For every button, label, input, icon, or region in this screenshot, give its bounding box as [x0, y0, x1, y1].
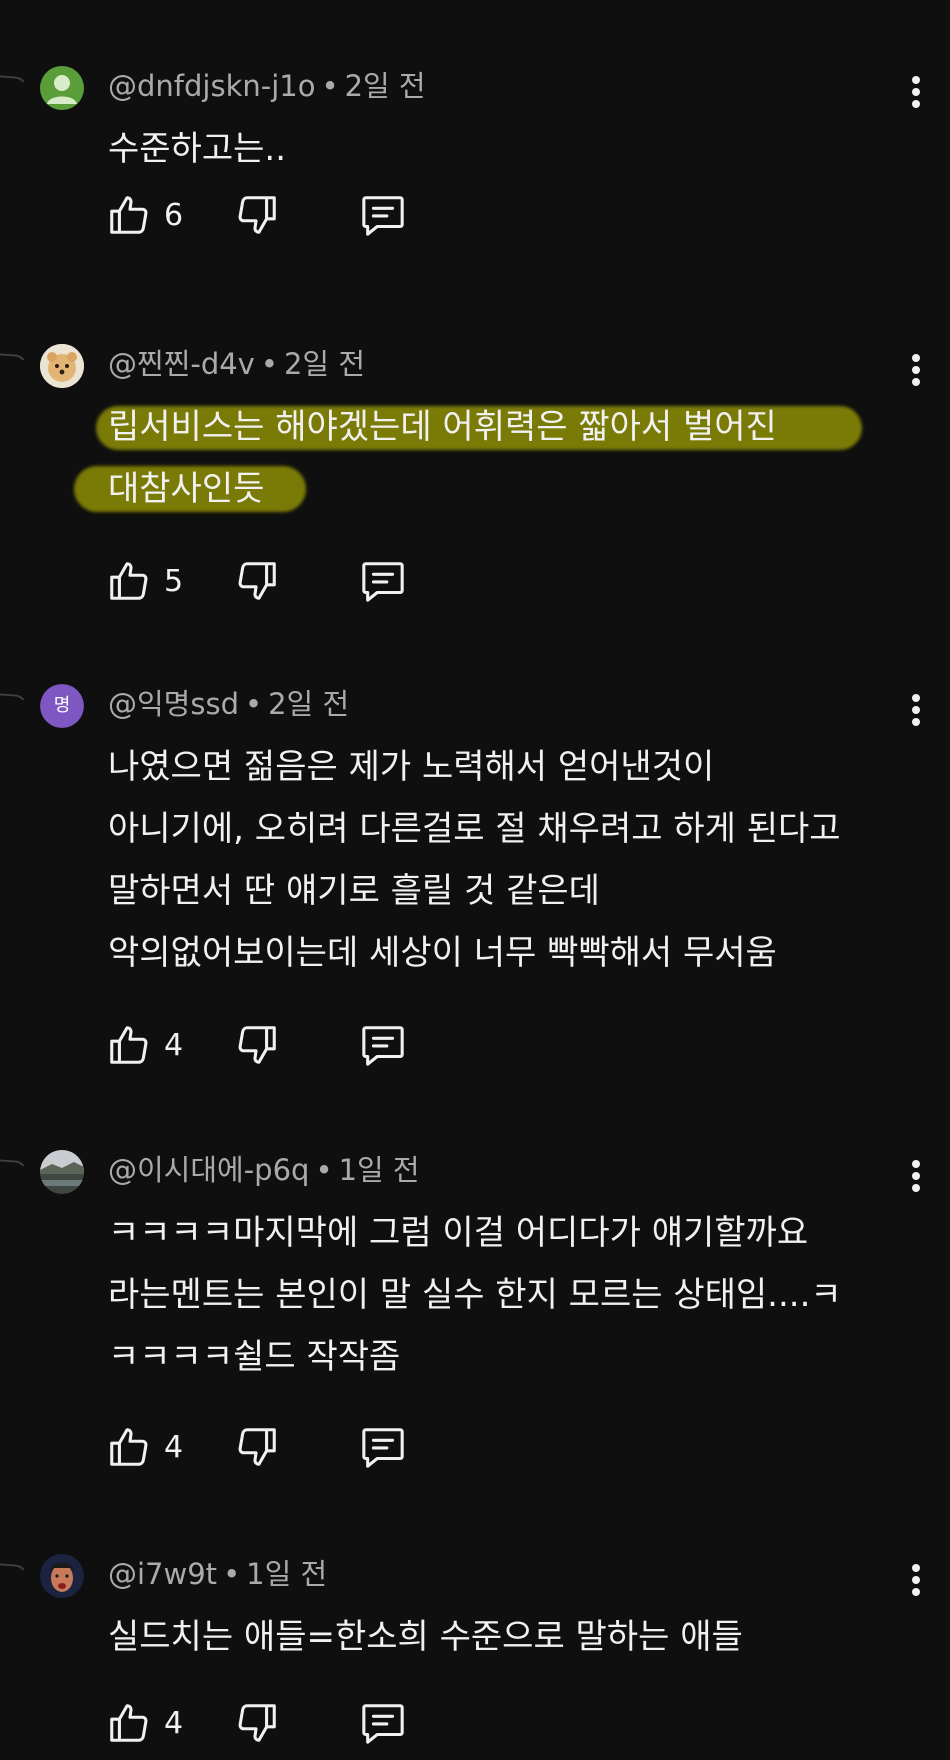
thread-connector	[0, 352, 29, 378]
reply-comment-icon	[362, 562, 404, 602]
reply-button[interactable]	[358, 192, 408, 242]
thumbs-up-icon	[110, 1026, 148, 1064]
comment-line: 수준하고는..	[108, 129, 287, 169]
like-button[interactable]: 5	[106, 558, 183, 608]
more-vertical-icon[interactable]	[906, 1160, 926, 1200]
author-name[interactable]: @찐찐-d4v	[108, 347, 255, 381]
comment-text: ㅋㅋㅋㅋ마지막에 그럼 이걸 어디다가 얘기할까요 라는멘트는 본인이 말 실수…	[108, 1202, 908, 1388]
avatar[interactable]	[40, 1150, 84, 1194]
comment-line: 나였으면 젊음은 제가 노력해서 얻어낸것이	[108, 747, 715, 787]
avatar[interactable]	[40, 1554, 84, 1598]
thumbs-down-icon	[238, 196, 276, 234]
person-icon	[47, 75, 77, 104]
comment-meta: @dnfdjskn-j1o • 2일 전	[108, 66, 426, 106]
thumbs-down-icon	[238, 1704, 276, 1742]
dog-photo	[40, 344, 84, 388]
comment-text: 실드치는 애들=한소희 수준으로 말하는 애들	[108, 1606, 908, 1668]
comment-time: 2일 전	[283, 347, 365, 381]
comment-meta: @익명ssd • 2일 전	[108, 684, 349, 724]
author-name[interactable]: @익명ssd	[108, 687, 239, 721]
comment-line: 대참사인듯	[108, 469, 265, 509]
thumbs-down-icon	[238, 1026, 276, 1064]
landscape-photo	[40, 1150, 84, 1194]
dislike-button[interactable]	[234, 1424, 280, 1474]
like-count: 4	[164, 1430, 184, 1465]
more-vertical-icon[interactable]	[906, 694, 926, 734]
comment-time: 2일 전	[268, 687, 350, 721]
comment-time: 2일 전	[344, 69, 426, 103]
avatar-letter: 명	[53, 695, 71, 716]
comment-text: 수준하고는..	[108, 118, 908, 180]
reply-button[interactable]	[358, 1700, 408, 1750]
author-name[interactable]: @이시대에-p6q	[108, 1153, 309, 1187]
more-vertical-icon[interactable]	[906, 354, 926, 394]
comment-line: 말하면서 딴 얘기로 흘릴 것 같은데	[108, 871, 600, 911]
reply-comment-icon	[362, 1026, 404, 1066]
like-count: 5	[164, 564, 184, 599]
dislike-button[interactable]	[234, 1022, 280, 1072]
comment-line: 악의없어보이는데 세상이 너무 빡빡해서 무서움	[108, 933, 777, 973]
like-button[interactable]: 4	[106, 1424, 183, 1474]
reply-comment-icon	[362, 1704, 404, 1744]
thread-connector	[0, 692, 29, 718]
meta-separator: •	[315, 1153, 333, 1187]
comment-line: ㅋㅋㅋㅋ마지막에 그럼 이걸 어디다가 얘기할까요	[108, 1213, 809, 1253]
like-count: 6	[164, 198, 184, 233]
meta-separator: •	[260, 347, 278, 381]
like-button[interactable]: 4	[106, 1700, 183, 1750]
like-count: 4	[164, 1028, 184, 1063]
comment-text: 립서비스는 해야겠는데 어휘력은 짧아서 벌어진 대참사인듯	[108, 396, 908, 520]
like-button[interactable]: 4	[106, 1022, 183, 1072]
dislike-button[interactable]	[234, 1700, 280, 1750]
comment-meta: @이시대에-p6q • 1일 전	[108, 1150, 420, 1190]
thumbs-down-icon	[238, 1428, 276, 1466]
author-name[interactable]: @i7w9t	[108, 1557, 217, 1591]
like-button[interactable]: 6	[106, 192, 183, 242]
comment-time: 1일 전	[246, 1557, 328, 1591]
comment-text: 나였으면 젊음은 제가 노력해서 얻어낸것이 아니기에, 오히려 다른걸로 절 …	[108, 736, 908, 984]
reply-button[interactable]	[358, 1424, 408, 1474]
more-vertical-icon[interactable]	[906, 1564, 926, 1604]
face-photo	[40, 1554, 84, 1598]
avatar[interactable]: 명	[40, 684, 84, 728]
comment-meta: @찐찐-d4v • 2일 전	[108, 344, 365, 384]
author-name[interactable]: @dnfdjskn-j1o	[108, 69, 315, 103]
reply-comment-icon	[362, 1428, 404, 1468]
meta-separator: •	[245, 687, 263, 721]
thumbs-up-icon	[110, 196, 148, 234]
meta-separator: •	[321, 69, 339, 103]
thumbs-down-icon	[238, 562, 276, 600]
dislike-button[interactable]	[234, 192, 280, 242]
reply-button[interactable]	[358, 558, 408, 608]
more-vertical-icon[interactable]	[906, 76, 926, 116]
avatar[interactable]	[40, 344, 84, 388]
comment-time: 1일 전	[338, 1153, 420, 1187]
comment-line: 아니기에, 오히려 다른걸로 절 채우려고 하게 된다고	[108, 809, 841, 849]
thumbs-up-icon	[110, 562, 148, 600]
thumbs-up-icon	[110, 1704, 148, 1742]
thread-connector	[0, 1562, 29, 1588]
thread-connector	[0, 74, 29, 100]
meta-separator: •	[223, 1557, 241, 1591]
comment-line: 실드치는 애들=한소희 수준으로 말하는 애들	[108, 1617, 743, 1657]
like-count: 4	[164, 1706, 184, 1741]
thread-connector	[0, 1158, 29, 1184]
reply-comment-icon	[362, 196, 404, 236]
thumbs-up-icon	[110, 1428, 148, 1466]
comment-meta: @i7w9t • 1일 전	[108, 1554, 327, 1594]
dislike-button[interactable]	[234, 558, 280, 608]
comment-line: 라는멘트는 본인이 말 실수 한지 모르는 상태임....ㅋ	[108, 1275, 842, 1315]
avatar[interactable]	[40, 66, 84, 110]
reply-button[interactable]	[358, 1022, 408, 1072]
comment-line: ㅋㅋㅋㅋ쉴드 작작좀	[108, 1337, 401, 1377]
comment-line: 립서비스는 해야겠는데 어휘력은 짧아서 벌어진	[108, 407, 777, 447]
